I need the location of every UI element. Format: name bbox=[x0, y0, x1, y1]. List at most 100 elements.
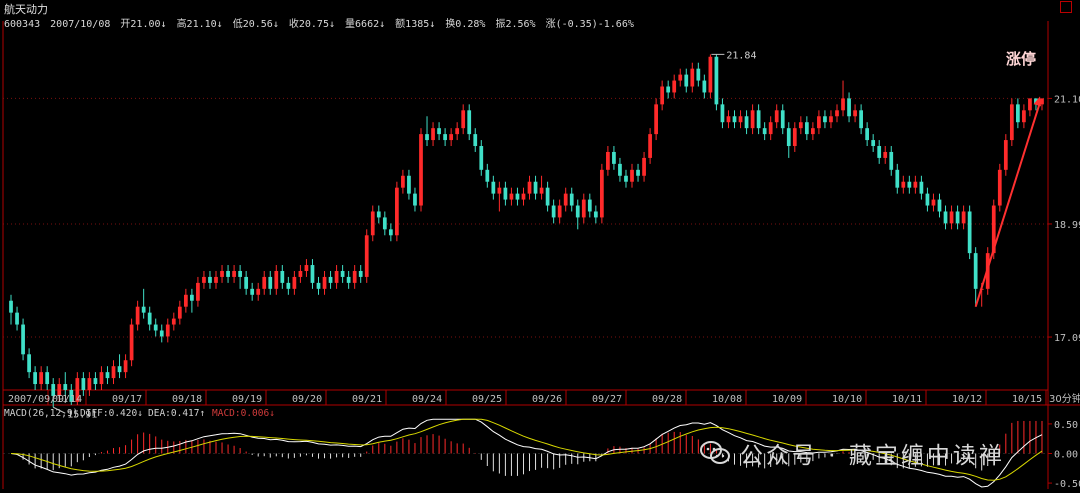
candle-body bbox=[407, 175, 411, 194]
candle-body bbox=[485, 169, 490, 182]
macd-dea: DEA:0.417↑ bbox=[148, 408, 205, 419]
candle-body bbox=[256, 288, 261, 295]
candle-body bbox=[298, 270, 303, 277]
candle-body bbox=[183, 294, 188, 307]
candle-body bbox=[654, 104, 658, 135]
candle-body bbox=[443, 134, 447, 141]
candle-body bbox=[352, 270, 357, 283]
candle-body bbox=[449, 134, 454, 141]
annotation-layer: 21.84 15.91 涨停 bbox=[52, 50, 1041, 420]
candle-body bbox=[1003, 140, 1008, 170]
candle-body bbox=[153, 324, 158, 331]
candle-body bbox=[883, 151, 888, 158]
candle-body bbox=[817, 116, 821, 129]
candle-body bbox=[702, 80, 707, 93]
limit-up-label: 涨停 bbox=[1006, 50, 1036, 68]
candle-body bbox=[666, 86, 671, 93]
candle-body bbox=[491, 181, 496, 194]
candle-body bbox=[949, 211, 954, 224]
watermark-text: 公众号 · 藏宝缠中读禅 bbox=[740, 443, 1005, 469]
candle-body bbox=[232, 270, 236, 277]
candle-body bbox=[147, 312, 152, 325]
candle-body bbox=[901, 181, 906, 188]
candle-body bbox=[877, 146, 882, 158]
candle-body bbox=[262, 276, 267, 289]
candle-body bbox=[841, 98, 845, 111]
candle-body bbox=[726, 116, 731, 123]
candle-body bbox=[503, 187, 508, 200]
candle-body bbox=[129, 324, 134, 361]
date-tick-label: 09/14 bbox=[52, 394, 82, 405]
candle-body bbox=[509, 193, 514, 200]
candle-body bbox=[473, 134, 478, 147]
date-tick-label: 09/17 bbox=[112, 394, 142, 405]
candle-body bbox=[738, 116, 743, 123]
candle-body bbox=[370, 211, 375, 236]
date-tick-label: 10/15 bbox=[1012, 394, 1042, 405]
label-layer: 21.1018.9917.092007/09/1109/1409/1709/18… bbox=[4, 94, 1080, 490]
candle-body bbox=[587, 199, 592, 212]
candle-body bbox=[268, 276, 273, 289]
candle-body bbox=[835, 110, 839, 117]
candle-body bbox=[871, 140, 876, 147]
candle-body bbox=[744, 116, 749, 129]
candle-body bbox=[925, 193, 930, 206]
candle-body bbox=[1028, 98, 1032, 111]
candle-body bbox=[829, 116, 833, 123]
candle-body bbox=[1016, 104, 1020, 123]
date-tick-label: 10/08 bbox=[712, 394, 742, 405]
candle-body bbox=[250, 288, 255, 295]
candle-body bbox=[425, 134, 429, 141]
candle-body bbox=[1009, 104, 1014, 141]
candle-body bbox=[99, 372, 104, 385]
candle-body bbox=[292, 276, 297, 289]
candle-body bbox=[304, 265, 309, 271]
candle-body bbox=[190, 294, 194, 301]
candle-body bbox=[756, 110, 761, 129]
price-tick-label: 21.10 bbox=[1054, 94, 1080, 105]
candle-body bbox=[310, 265, 315, 283]
candle-body bbox=[401, 175, 405, 188]
timeframe-label: 30分钟 bbox=[1049, 392, 1080, 405]
candle-body bbox=[563, 193, 568, 206]
candle-body bbox=[238, 270, 242, 277]
candle-body bbox=[244, 276, 249, 289]
candle-body bbox=[521, 193, 526, 200]
candle-body bbox=[967, 211, 972, 254]
candle-body bbox=[123, 360, 128, 373]
candle-body bbox=[479, 146, 484, 170]
candle-body bbox=[606, 151, 610, 170]
candle-body bbox=[636, 169, 640, 176]
date-tick-label: 09/26 bbox=[532, 394, 562, 405]
candle-body bbox=[159, 330, 164, 337]
candle-body bbox=[177, 306, 182, 319]
candle-body bbox=[165, 324, 170, 337]
candle-body bbox=[419, 134, 423, 206]
limit-up-arrow-line bbox=[974, 102, 1041, 307]
macd-tick-label: -0.50 bbox=[1054, 479, 1080, 490]
candle-body bbox=[569, 193, 574, 206]
candle-body bbox=[780, 110, 785, 129]
candle-body bbox=[9, 300, 13, 313]
candle-body bbox=[171, 318, 176, 325]
candle-body bbox=[714, 56, 719, 105]
candle-body bbox=[105, 372, 110, 379]
candle-body bbox=[630, 169, 634, 182]
candle-body bbox=[21, 324, 25, 355]
candle-body bbox=[919, 181, 924, 194]
candle-body bbox=[334, 270, 339, 283]
watermark: 公众号 · 藏宝缠中读禅 bbox=[700, 432, 1005, 474]
candlestick-chart[interactable]: 21.1018.9917.092007/09/1109/1409/1709/18… bbox=[0, 0, 1080, 493]
date-tick-label: 10/09 bbox=[772, 394, 802, 405]
candle-body bbox=[895, 169, 900, 188]
candle-body bbox=[593, 211, 598, 218]
candle-body bbox=[1022, 110, 1026, 123]
candle-body bbox=[762, 128, 767, 135]
candle-body bbox=[618, 163, 622, 176]
candle-body bbox=[220, 270, 224, 277]
date-tick-label: 09/27 bbox=[592, 394, 622, 405]
candle-body bbox=[768, 122, 773, 135]
candle-body bbox=[346, 276, 351, 283]
macd-tick-label: 0.50 bbox=[1054, 420, 1078, 431]
date-tick-label: 09/18 bbox=[172, 394, 202, 405]
